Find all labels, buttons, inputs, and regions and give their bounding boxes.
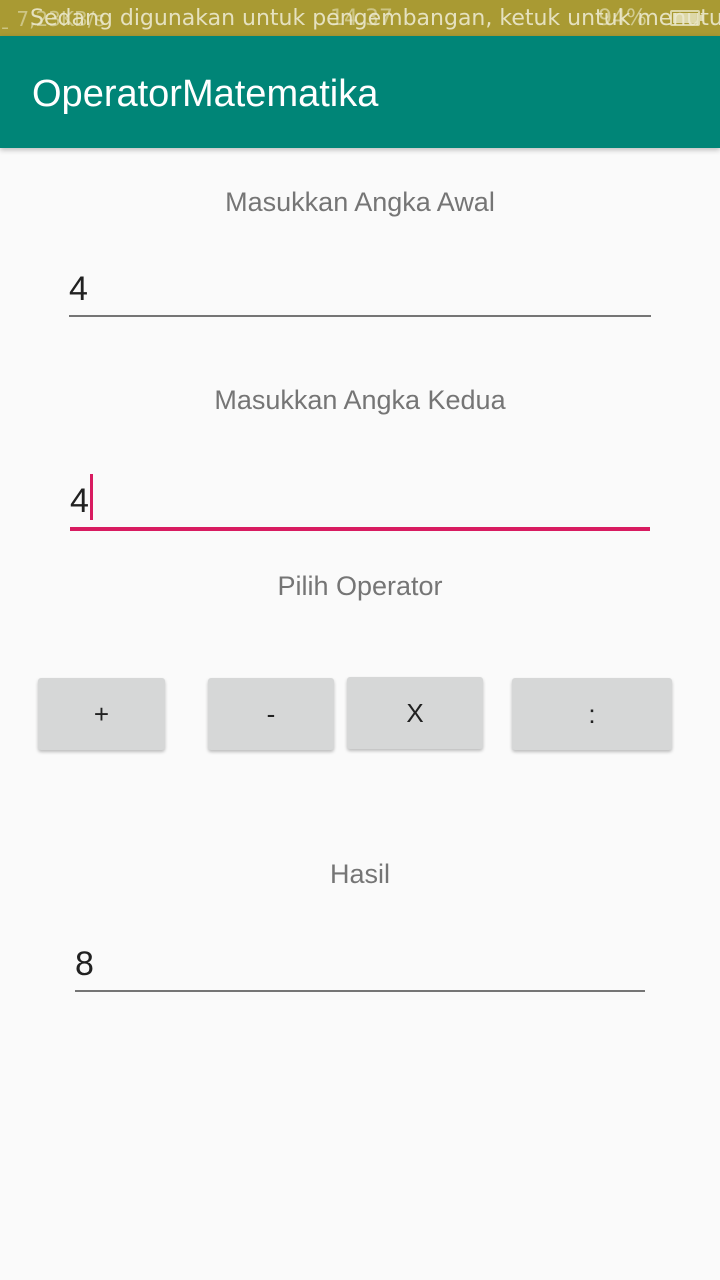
second-number-value-wrap: 4 <box>70 474 93 521</box>
subtract-button[interactable]: - <box>208 678 334 750</box>
second-number-label: Masukkan Angka Kedua <box>214 385 506 415</box>
first-number-label: Masukkan Angka Awal <box>225 187 495 217</box>
text-cursor <box>89 474 93 520</box>
first-number-value: 4 <box>69 270 88 308</box>
result-label: Hasil <box>329 859 390 889</box>
second-number-underline <box>70 527 650 531</box>
developer-notice[interactable]: Sedang digunakan untuk pengembangan, ket… <box>30 5 720 33</box>
add-button[interactable]: + <box>38 678 165 750</box>
first-number-underline <box>69 315 651 317</box>
result-underline <box>75 990 645 992</box>
second-number-value: 4 <box>70 482 89 520</box>
operator-label: Pilih Operator <box>277 571 443 601</box>
result-value: 8 <box>75 945 94 983</box>
multiply-button[interactable]: X <box>347 677 483 749</box>
result-field[interactable]: 8 <box>75 937 645 992</box>
app-title: OperatorMatematika <box>32 73 379 115</box>
second-number-input[interactable]: 4 <box>70 470 650 531</box>
divide-button[interactable]: : <box>512 678 672 750</box>
app-bar: OperatorMatematika <box>0 36 720 148</box>
first-number-input[interactable]: 4 <box>69 262 651 317</box>
status-bar: ̱ 7,23KB/s 14.37 94% Sedang digunakan un… <box>0 0 720 36</box>
